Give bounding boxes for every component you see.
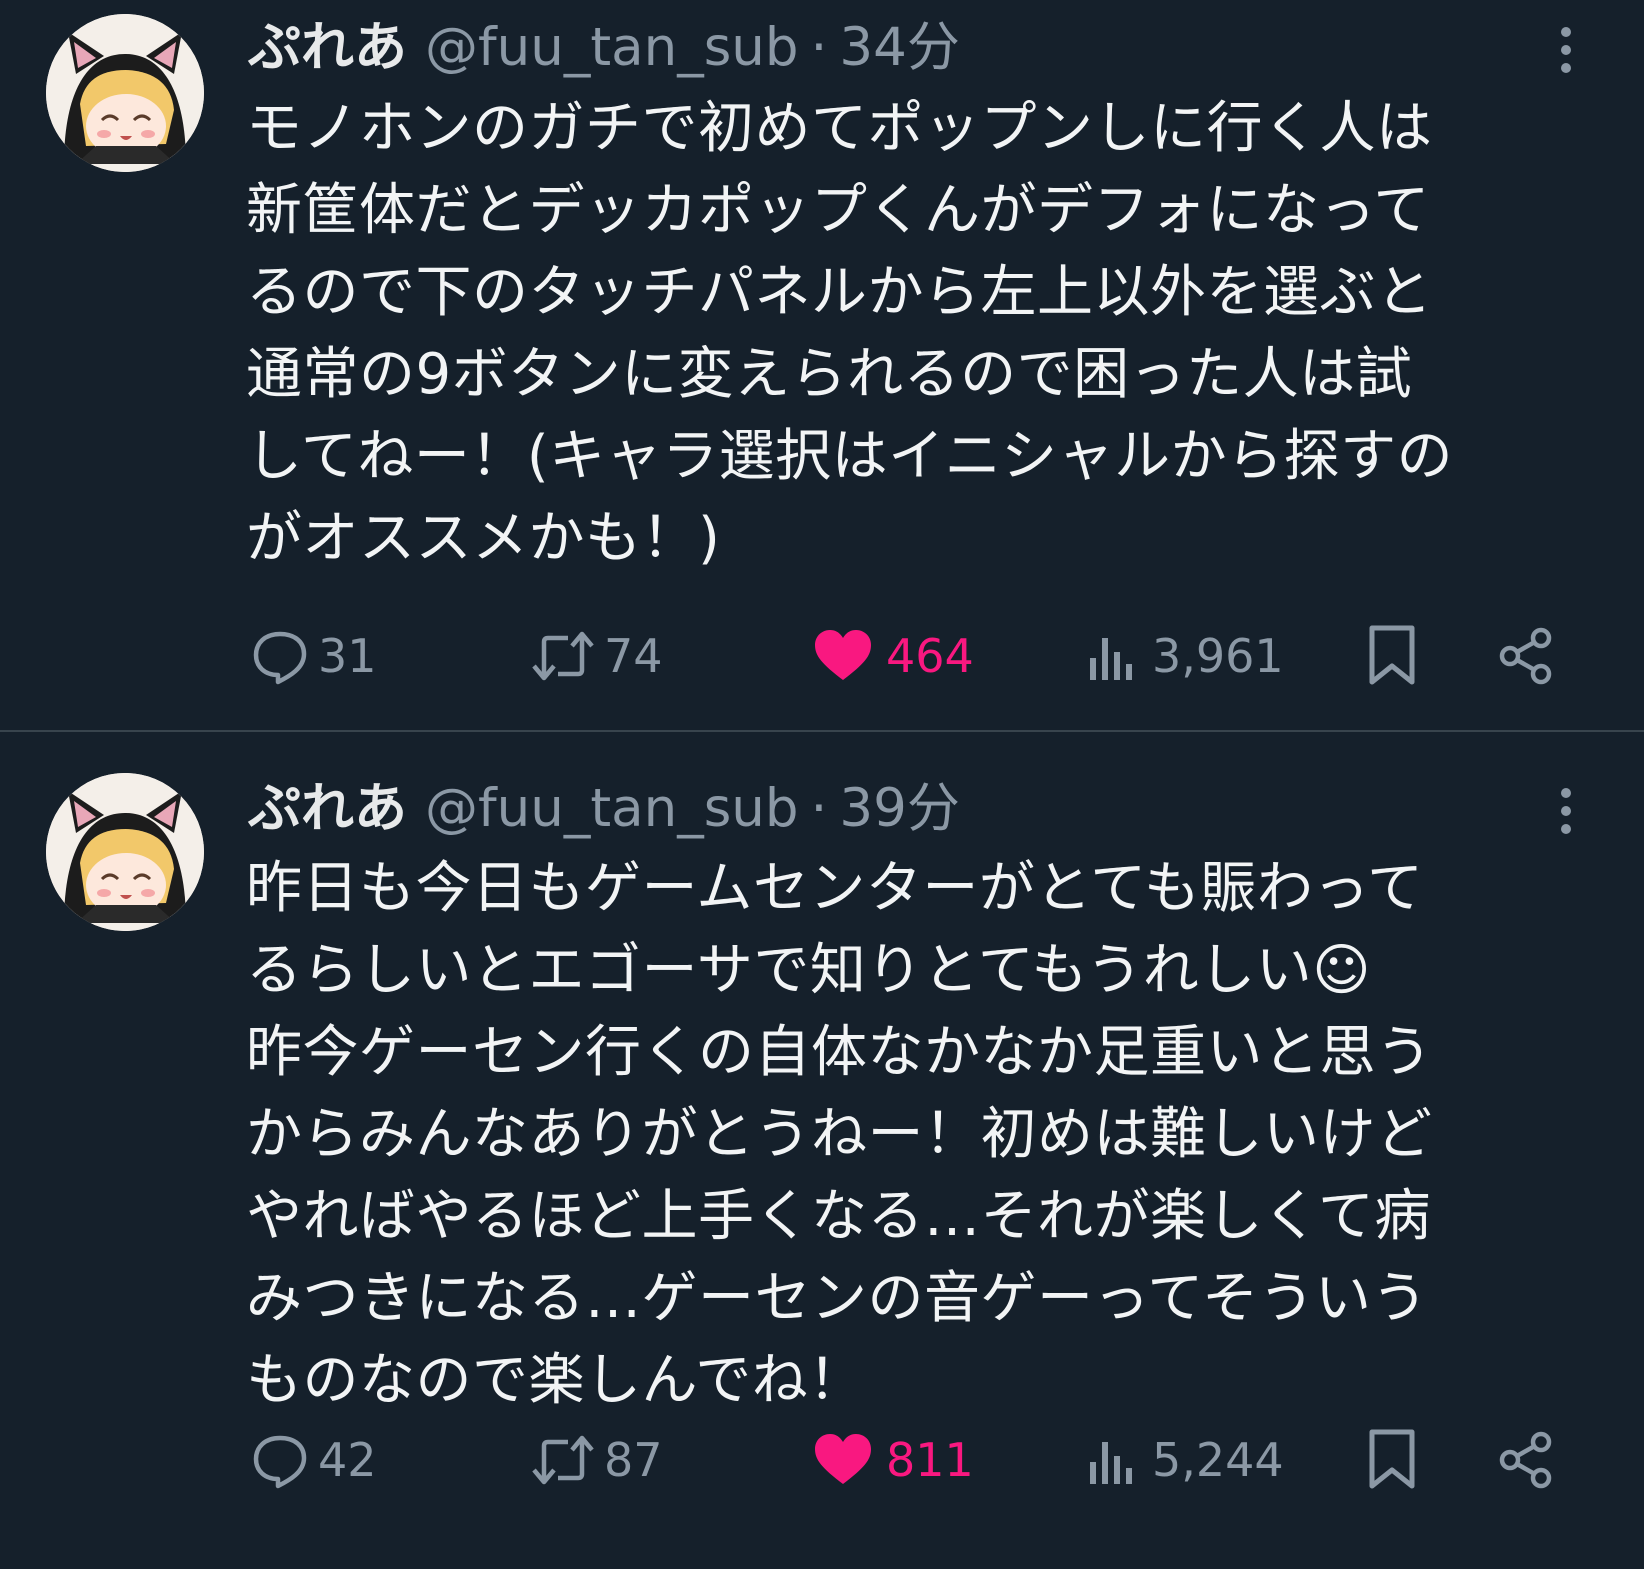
text-line: モノホンのガチで初めてポップンしに行く人は [246, 96, 1433, 161]
views-button[interactable]: 5,244 [1086, 1418, 1284, 1502]
retweet-button[interactable]: 74 [530, 614, 663, 698]
avatar-image [46, 773, 204, 931]
display-name[interactable]: ぷれあ [248, 17, 407, 78]
bookmark-icon [1369, 1429, 1415, 1489]
timestamp[interactable]: 39分 [839, 778, 959, 839]
text-line: がオススメかも！) [246, 506, 721, 571]
text-line: 通常の9ボタンに変えられるので困った人は試 [246, 342, 1413, 407]
user-handle[interactable]: @fuu_tan_sub [425, 17, 799, 78]
action-bar: 42 87 811 5,244 [250, 1418, 1580, 1502]
timestamp[interactable]: 34分 [839, 17, 959, 78]
user-handle[interactable]: @fuu_tan_sub [425, 778, 799, 839]
more-options-button[interactable] [1546, 783, 1586, 839]
bar-chart-icon [1090, 1442, 1132, 1484]
tweet-text: 昨日も今日もゲームセンターがとても賑わって るらしいとエゴーサで知りとてもうれし… [246, 848, 1616, 1422]
text-line: みつきになる…ゲーセンの音ゲーってそういう [246, 1266, 1429, 1331]
tweet-header: ぷれあ @fuu_tan_sub · 39分 [248, 769, 1548, 849]
bookmark-button[interactable] [1366, 614, 1418, 698]
share-button[interactable] [1496, 614, 1556, 698]
share-nodes-icon [1499, 627, 1552, 685]
heart-filled-icon [815, 630, 871, 680]
share-button[interactable] [1496, 1418, 1556, 1502]
vertical-ellipsis-icon [1561, 788, 1571, 834]
retweet-arrows-icon [532, 1435, 594, 1485]
views-count: 3,961 [1152, 629, 1284, 683]
retweet-button[interactable]: 87 [530, 1418, 663, 1502]
reply-count: 31 [318, 629, 377, 683]
views-button[interactable]: 3,961 [1086, 614, 1284, 698]
more-options-button[interactable] [1546, 22, 1586, 78]
text-line: からみんなありがとうねー！初めは難しいけど [246, 1102, 1433, 1167]
like-count: 811 [886, 1433, 974, 1487]
like-count: 464 [886, 629, 974, 683]
tweet[interactable]: ぷれあ @fuu_tan_sub · 39分 昨日も今日もゲームセンターがとても賑わっ… [0, 733, 1644, 1569]
bookmark-icon [1369, 625, 1415, 685]
avatar[interactable] [46, 773, 204, 931]
vertical-ellipsis-icon [1561, 27, 1571, 73]
retweet-count: 87 [604, 1433, 663, 1487]
text-line: やればやるほど上手くなる…それが楽しくて病 [246, 1184, 1431, 1249]
avatar-image [46, 14, 204, 172]
views-count: 5,244 [1152, 1433, 1284, 1487]
text-line: してねー！(キャラ選択はイニシャルから探すの [246, 424, 1454, 489]
reply-button[interactable]: 42 [250, 1418, 377, 1502]
like-button[interactable]: 464 [812, 614, 974, 698]
reply-button[interactable]: 31 [250, 614, 377, 698]
separator-dot: · [810, 17, 828, 78]
display-name[interactable]: ぷれあ [248, 778, 407, 839]
tweet[interactable]: ぷれあ @fuu_tan_sub · 34分 モノホンのガチで初めてポップンしに行く人… [0, 0, 1644, 732]
speech-bubble-icon [253, 1435, 307, 1489]
tweet-text: モノホンのガチで初めてポップンしに行く人は 新筐体だとデッカポップくんがデフォに… [246, 88, 1616, 580]
bar-chart-icon [1090, 638, 1132, 680]
text-line: るらしいとエゴーサで知りとてもうれしい☺ [246, 938, 1372, 1003]
text-line: るので下のタッチパネルから左上以外を選ぶと [246, 260, 1433, 325]
reply-count: 42 [318, 1433, 377, 1487]
share-nodes-icon [1499, 1431, 1552, 1489]
text-line: ものなので楽しんでね！ [246, 1348, 865, 1413]
separator-dot: · [810, 778, 828, 839]
speech-bubble-icon [253, 631, 307, 685]
heart-filled-icon [815, 1434, 871, 1484]
text-line: 昨日も今日もゲームセンターがとても賑わって [246, 856, 1424, 921]
like-button[interactable]: 811 [812, 1418, 974, 1502]
text-line: 昨今ゲーセン行くの自体なかなか足重いと思う [246, 1020, 1433, 1085]
text-line: 新筐体だとデッカポップくんがデフォになって [246, 178, 1430, 243]
retweet-count: 74 [604, 629, 663, 683]
retweet-arrows-icon [532, 631, 594, 681]
bookmark-button[interactable] [1366, 1418, 1418, 1502]
tweet-header: ぷれあ @fuu_tan_sub · 34分 [248, 8, 1548, 88]
avatar[interactable] [46, 14, 204, 172]
action-bar: 31 74 464 3,961 [250, 614, 1580, 698]
